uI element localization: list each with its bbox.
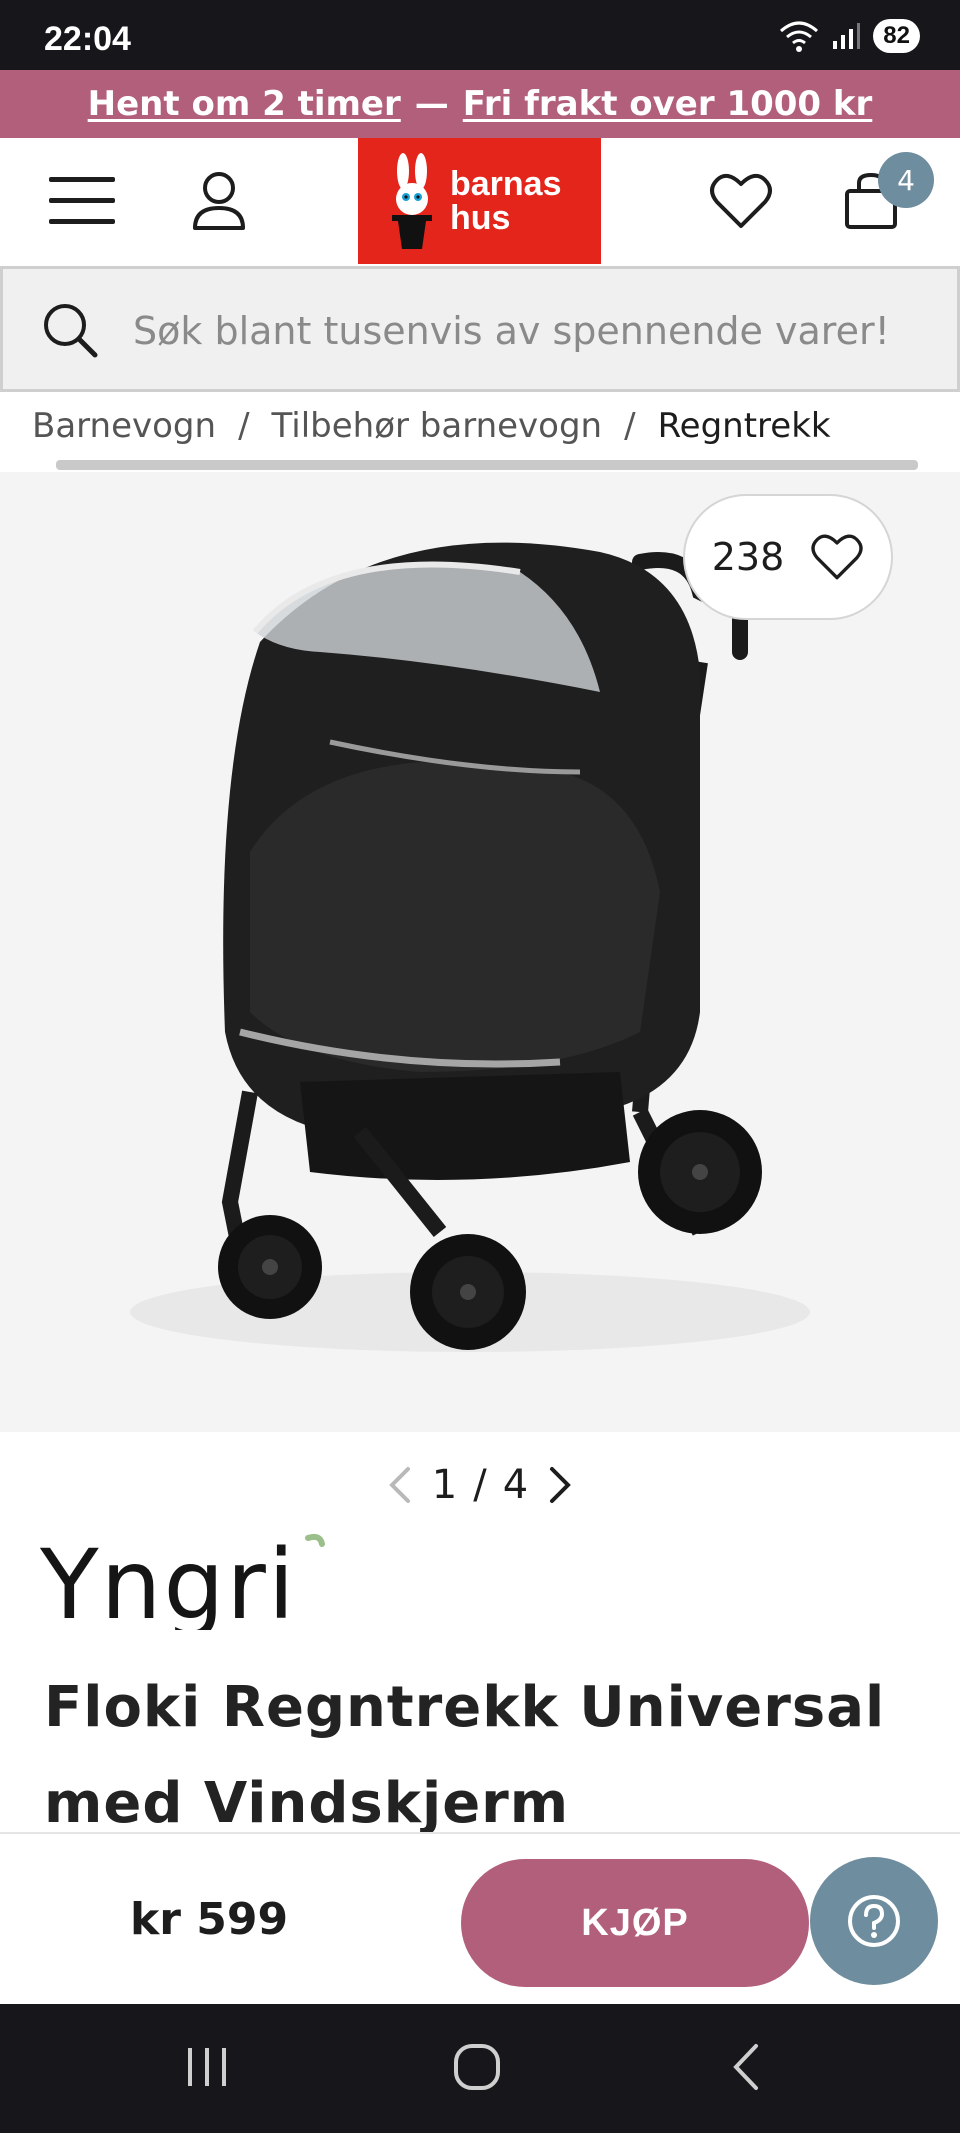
heart-icon bbox=[811, 534, 863, 580]
search-field[interactable]: Søk blant tusenvis av spennende varer! bbox=[0, 266, 960, 392]
wishlist-button[interactable] bbox=[706, 166, 776, 236]
wheel bbox=[638, 1110, 762, 1234]
logo-line-2: hus bbox=[450, 199, 511, 237]
breadcrumb-separator: / bbox=[238, 406, 250, 446]
pager-separator: / bbox=[473, 1462, 487, 1508]
wheel bbox=[218, 1215, 322, 1319]
buy-button[interactable]: KJØP bbox=[461, 1859, 809, 1987]
signal-icon bbox=[833, 23, 861, 49]
home-icon[interactable] bbox=[452, 2042, 502, 2092]
battery-indicator: 82 bbox=[873, 19, 920, 53]
search-placeholder: Søk blant tusenvis av spennende varer! bbox=[133, 309, 890, 353]
back-icon[interactable] bbox=[728, 2042, 764, 2092]
user-icon bbox=[193, 172, 245, 230]
chevron-left-icon[interactable] bbox=[386, 1465, 412, 1505]
site-logo[interactable]: barnas hus bbox=[358, 138, 601, 264]
promo-separator: — bbox=[414, 84, 449, 124]
status-icons: 82 bbox=[779, 18, 920, 54]
pager-counter: 1 / 4 bbox=[432, 1462, 528, 1508]
status-time: 22:04 bbox=[44, 20, 131, 58]
promo-pickup-link[interactable]: Hent om 2 timer bbox=[88, 84, 401, 124]
promo-shipping-link[interactable]: Fri frakt over 1000 kr bbox=[463, 84, 873, 124]
search-icon bbox=[44, 304, 98, 358]
wheel bbox=[410, 1234, 526, 1350]
hamburger-icon bbox=[49, 177, 115, 224]
account-button[interactable] bbox=[186, 166, 252, 236]
logo-text: barnas hus bbox=[450, 167, 562, 235]
chevron-right-icon[interactable] bbox=[548, 1465, 574, 1505]
buy-bar: kr 599 KJØP bbox=[0, 1832, 960, 2004]
rabbit-logo-icon bbox=[392, 153, 432, 249]
system-nav-bar bbox=[0, 2004, 960, 2133]
product-price: kr 599 bbox=[130, 1894, 289, 1945]
favorite-count: 238 bbox=[711, 535, 785, 579]
brand-logo[interactable]: Yngri bbox=[39, 1529, 330, 1641]
breadcrumb-item-tilbehor[interactable]: Tilbehør barnevogn bbox=[272, 406, 603, 446]
logo-line-1: barnas bbox=[450, 165, 562, 203]
cart-count-badge: 4 bbox=[878, 152, 934, 208]
svg-text:Yngri: Yngri bbox=[40, 1530, 297, 1630]
help-button[interactable] bbox=[810, 1857, 938, 1985]
product-title: Floki Regntrekk Universal med Vindskjerm bbox=[44, 1675, 886, 1836]
question-icon bbox=[848, 1895, 900, 1947]
recent-apps-icon[interactable] bbox=[184, 2042, 230, 2092]
breadcrumb-scrollbar[interactable] bbox=[56, 460, 918, 470]
brand-wordmark: Yngri bbox=[39, 1529, 325, 1641]
promo-banner: Hent om 2 timer — Fri frakt over 1000 kr bbox=[0, 70, 960, 138]
wifi-icon bbox=[780, 21, 819, 52]
pager-total: 4 bbox=[502, 1462, 529, 1508]
heart-icon bbox=[710, 173, 772, 228]
breadcrumb-separator: / bbox=[624, 406, 636, 446]
breadcrumb-item-barnevogn[interactable]: Barnevogn bbox=[32, 406, 216, 446]
status-bar: 22:04 82 bbox=[0, 0, 960, 70]
menu-button[interactable] bbox=[44, 168, 120, 234]
image-pager: 1 / 4 bbox=[0, 1455, 960, 1515]
pager-current: 1 bbox=[431, 1462, 458, 1508]
favorite-button[interactable]: 238 bbox=[683, 494, 893, 620]
breadcrumb-item-current: Regntrekk bbox=[657, 406, 831, 446]
site-header: barnas hus bbox=[0, 138, 960, 264]
